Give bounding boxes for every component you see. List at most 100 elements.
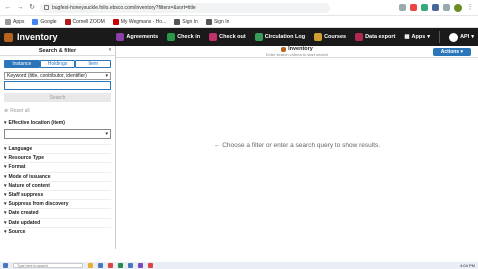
extension-icon[interactable] [432, 4, 439, 11]
segment-item[interactable]: Item [75, 60, 112, 68]
search-input[interactable] [4, 81, 111, 90]
effective-location-select[interactable]: ▾ [4, 129, 111, 139]
forward-icon[interactable]: → [16, 4, 24, 12]
inventory-icon [4, 32, 13, 42]
bookmark-wegmans[interactable]: My Wegmans - Ho... [112, 18, 166, 25]
browser-toolbar: ← → ↻ bugfest-honeysuckle.folio.ebsco.co… [0, 0, 478, 16]
chevron-down-icon: ▾ [4, 192, 7, 199]
check-out-icon [209, 33, 218, 41]
search-button[interactable]: Search [4, 93, 111, 102]
wegmans-icon [112, 18, 119, 25]
bookmarks-bar: Apps Google Cornell ZOOM My Wegmans - Ho… [0, 16, 478, 28]
extension-icons: ⋮ [399, 3, 474, 12]
star-icon[interactable] [399, 4, 406, 11]
check-in-icon [167, 33, 176, 41]
facet-staff-suppress[interactable]: ▾ Staff suppress [4, 189, 111, 199]
back-icon[interactable]: ← [4, 4, 12, 12]
results-header: Inventory Enter search criteria to start… [116, 46, 478, 58]
chrome-icon[interactable] [108, 263, 113, 268]
taskbar-search-input[interactable]: Type here to search [13, 263, 83, 268]
word-icon[interactable] [128, 263, 133, 268]
chevron-down-icon: ▾ [4, 146, 7, 153]
bookmark-apps[interactable]: Apps [5, 18, 24, 25]
inventory-icon [281, 46, 287, 52]
segment-control: Instance Holdings Item [4, 60, 112, 68]
facet-date-updated[interactable]: ▾ Date updated [4, 217, 111, 227]
agreements-icon [116, 33, 125, 41]
bookmark-signin-1[interactable]: Sign In [174, 18, 198, 25]
facet-date-created[interactable]: ▾ Date created [4, 208, 111, 217]
microsoft-icon [205, 18, 212, 25]
results-pane: Inventory Enter search criteria to start… [116, 46, 478, 249]
edge-icon[interactable] [98, 263, 103, 268]
effective-location-label[interactable]: ▾ Effective location (item) [4, 120, 111, 126]
reload-icon[interactable]: ↻ [28, 4, 36, 12]
facet-language[interactable]: ▾ Language [4, 144, 111, 153]
nav-check-out[interactable]: Check out [209, 33, 246, 41]
os-taskbar: Type here to search 4:04 PM [0, 262, 478, 269]
url-text: bugfest-honeysuckle.folio.ebsco.com/inve… [52, 4, 196, 11]
cornell-icon [64, 18, 71, 25]
chevron-down-icon: ▾ [105, 131, 108, 137]
reset-all-button[interactable]: ⊗ Reset all [4, 108, 111, 114]
bookmark-google[interactable]: Google [32, 18, 57, 25]
search-filter-pane: Search & filter ‹ Instance Holdings Item… [0, 46, 116, 249]
chevron-down-icon: ▾ [4, 155, 7, 162]
excel-icon[interactable] [118, 263, 123, 268]
nav-data-export[interactable]: Data export [355, 33, 395, 41]
extension-icon[interactable] [421, 4, 428, 11]
bookmark-signin-2[interactable]: Sign In [205, 18, 229, 25]
circulation-log-icon [254, 33, 263, 41]
puzzle-icon[interactable] [443, 4, 450, 11]
collapse-icon[interactable]: ‹ [109, 47, 111, 53]
more-icon[interactable]: ⋮ [466, 4, 474, 12]
apps-menu-button[interactable]: ▦ Apps ▾ [404, 34, 430, 40]
powerpoint-icon[interactable] [148, 263, 153, 268]
arrow-left-icon: ← [213, 142, 221, 149]
data-export-icon [355, 33, 364, 41]
header-divider [439, 31, 441, 43]
facet-format[interactable]: ▾ Format [4, 162, 111, 171]
chevron-down-icon: ▾ [460, 49, 463, 55]
taskbar-clock: 4:04 PM [460, 262, 475, 268]
app-header: Inventory Agreements Check in Check out … [0, 28, 478, 46]
facet-resource-type[interactable]: ▾ Resource Type [4, 153, 111, 162]
grid-icon: ▦ [404, 34, 410, 40]
profile-avatar[interactable] [454, 3, 462, 12]
chevron-down-icon: ▾ [471, 34, 474, 40]
address-bar[interactable]: bugfest-honeysuckle.folio.ebsco.com/inve… [40, 2, 330, 13]
nav-circulation-log[interactable]: Circulation Log [254, 33, 305, 41]
facet-suppress-from-discovery[interactable]: ▾ Suppress from discovery [4, 199, 111, 208]
chevron-down-icon: ▾ [4, 228, 7, 235]
reset-icon: ⊗ [4, 108, 9, 114]
segment-instance[interactable]: Instance [4, 60, 40, 68]
apps-grid-icon [5, 18, 11, 25]
file-explorer-icon[interactable] [88, 263, 93, 268]
app-brand[interactable]: Inventory [4, 32, 58, 42]
nav-agreements[interactable]: Agreements [116, 33, 158, 41]
facet-nature-of-content[interactable]: ▾ Nature of content [4, 180, 111, 190]
segment-holdings[interactable]: Holdings [39, 60, 76, 68]
teams-icon[interactable] [138, 263, 143, 268]
main-content: Search & filter ‹ Instance Holdings Item… [0, 46, 478, 249]
chevron-down-icon: ▾ [4, 182, 7, 189]
chevron-down-icon: ▾ [4, 173, 7, 180]
extension-icon[interactable] [410, 4, 417, 11]
nav-check-in[interactable]: Check in [167, 33, 200, 41]
user-menu-button[interactable]: API ▾ [449, 32, 474, 42]
courses-icon [314, 33, 323, 41]
lock-icon [44, 5, 49, 10]
chevron-down-icon: ▾ [4, 120, 7, 126]
chevron-down-icon: ▾ [427, 34, 431, 40]
chevron-down-icon: ▾ [105, 73, 108, 79]
facet-source[interactable]: ▾ Source [4, 226, 111, 236]
actions-menu-button[interactable]: Actions ▾ [432, 48, 471, 56]
app-nav: Agreements Check in Check out Circulatio… [116, 31, 474, 43]
search-option-select[interactable]: Keyword (title, contributor, identifier)… [4, 72, 111, 80]
windows-start-icon[interactable] [3, 263, 8, 268]
results-subtitle: Enter search criteria to start search [265, 52, 329, 57]
nav-courses[interactable]: Courses [314, 33, 346, 41]
facet-mode-of-issuance[interactable]: ▾ Mode of issuance [4, 171, 111, 181]
user-icon [449, 32, 459, 42]
bookmark-zoom[interactable]: Cornell ZOOM [64, 18, 105, 25]
